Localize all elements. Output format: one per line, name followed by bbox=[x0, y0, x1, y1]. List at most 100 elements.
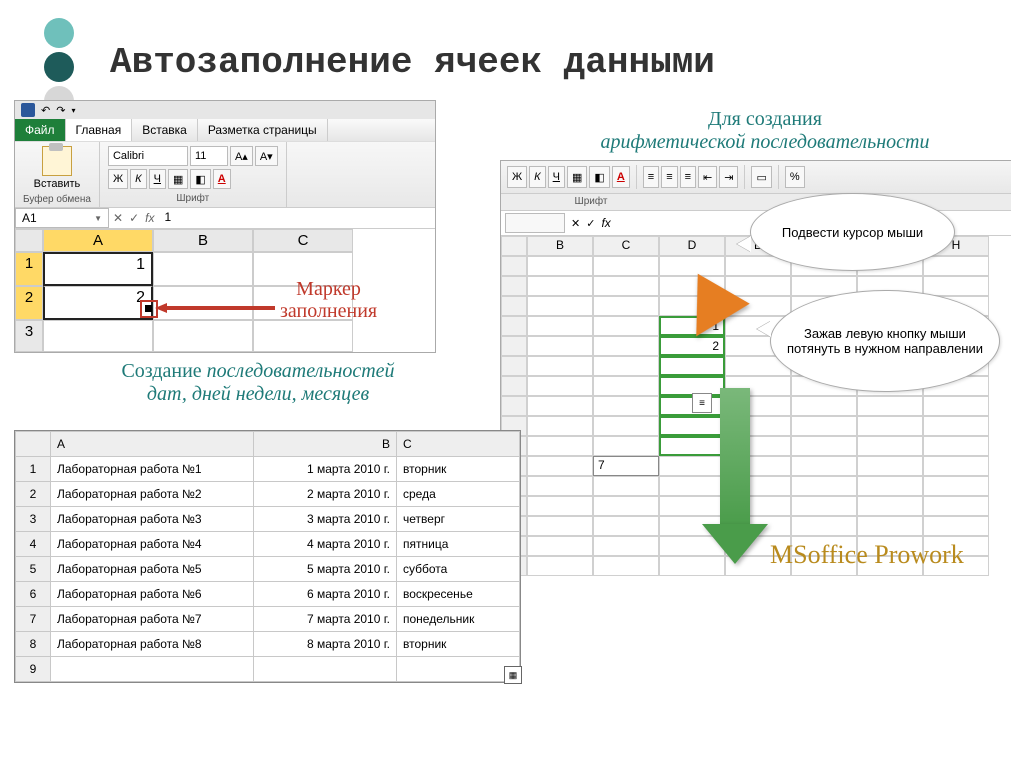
row-header[interactable] bbox=[501, 376, 527, 396]
row-header[interactable] bbox=[501, 256, 527, 276]
autofill-options-icon[interactable]: ▦ bbox=[504, 666, 522, 684]
cell[interactable] bbox=[857, 476, 923, 496]
cell[interactable] bbox=[791, 476, 857, 496]
cell[interactable] bbox=[791, 456, 857, 476]
fill-color-icon[interactable]: ◧ bbox=[589, 166, 609, 188]
cell-a[interactable]: Лабораторная работа №4 bbox=[51, 532, 254, 557]
row-header[interactable]: 9 bbox=[16, 657, 51, 682]
column-header[interactable]: D bbox=[659, 236, 725, 256]
row-header[interactable] bbox=[501, 296, 527, 316]
cell[interactable] bbox=[791, 416, 857, 436]
font-color-icon[interactable]: A bbox=[213, 169, 231, 189]
cell[interactable] bbox=[923, 276, 989, 296]
cell[interactable] bbox=[527, 356, 593, 376]
cell-a[interactable]: Лабораторная работа №8 bbox=[51, 632, 254, 657]
select-all-corner[interactable] bbox=[16, 432, 51, 457]
enter-icon[interactable]: ✓ bbox=[129, 211, 139, 225]
tab-file[interactable]: Файл bbox=[15, 119, 66, 141]
indent-decrease-icon[interactable]: ⇤ bbox=[698, 166, 717, 188]
cell[interactable] bbox=[659, 476, 725, 496]
cell[interactable] bbox=[857, 456, 923, 476]
cell[interactable] bbox=[659, 256, 725, 276]
cell-a[interactable]: Лабораторная работа №2 bbox=[51, 482, 254, 507]
cell[interactable] bbox=[593, 476, 659, 496]
cell[interactable] bbox=[527, 296, 593, 316]
row-header-1[interactable]: 1 bbox=[15, 252, 43, 286]
cell-b[interactable]: 7 марта 2010 г. bbox=[254, 607, 397, 632]
row-header[interactable] bbox=[501, 276, 527, 296]
cell[interactable] bbox=[397, 657, 520, 682]
cell-b3[interactable] bbox=[153, 320, 253, 352]
cell-c[interactable]: понедельник bbox=[397, 607, 520, 632]
cell[interactable] bbox=[527, 336, 593, 356]
paste-button[interactable]: Вставить bbox=[34, 146, 81, 190]
column-header-c[interactable]: C bbox=[397, 432, 520, 457]
dropdown-icon[interactable]: ▼ bbox=[94, 214, 102, 223]
column-header-c[interactable]: C bbox=[253, 229, 353, 252]
tab-insert[interactable]: Вставка bbox=[132, 119, 198, 141]
cell-a[interactable]: Лабораторная работа №7 bbox=[51, 607, 254, 632]
merge-cells-icon[interactable]: ▭ bbox=[751, 166, 771, 188]
cell[interactable] bbox=[593, 536, 659, 556]
tab-layout[interactable]: Разметка страницы bbox=[198, 119, 328, 141]
cell[interactable] bbox=[593, 416, 659, 436]
bold-button[interactable]: Ж bbox=[507, 166, 527, 188]
cell[interactable] bbox=[725, 276, 791, 296]
qat-dropdown-icon[interactable]: ▾ bbox=[71, 106, 75, 115]
cell[interactable] bbox=[593, 436, 659, 456]
undo-icon[interactable]: ↶ bbox=[41, 104, 50, 117]
cell[interactable] bbox=[791, 396, 857, 416]
cell[interactable] bbox=[527, 556, 593, 576]
cell-c[interactable]: вторник bbox=[397, 632, 520, 657]
column-header-b[interactable]: B bbox=[254, 432, 397, 457]
cell-b1[interactable] bbox=[153, 252, 253, 286]
row-header[interactable] bbox=[501, 356, 527, 376]
format-icon[interactable]: % bbox=[785, 166, 805, 188]
name-box[interactable]: A1 ▼ bbox=[15, 208, 109, 228]
italic-button[interactable]: К bbox=[130, 169, 146, 189]
cell[interactable] bbox=[923, 496, 989, 516]
cell[interactable] bbox=[527, 456, 593, 476]
column-header-b[interactable]: B bbox=[153, 229, 253, 252]
enter-icon[interactable]: ✓ bbox=[586, 217, 595, 230]
cell[interactable] bbox=[923, 516, 989, 536]
cell[interactable] bbox=[923, 416, 989, 436]
border-icon[interactable]: ▦ bbox=[168, 169, 188, 189]
cell-a3[interactable] bbox=[43, 320, 153, 352]
align-left-icon[interactable]: ≡ bbox=[643, 166, 659, 188]
font-name-select[interactable]: Calibri bbox=[108, 146, 188, 166]
cell[interactable] bbox=[527, 416, 593, 436]
cell-a1[interactable]: 1 bbox=[43, 252, 153, 286]
cell-b[interactable]: 8 марта 2010 г. bbox=[254, 632, 397, 657]
cell[interactable] bbox=[923, 456, 989, 476]
cell-b[interactable]: 2 марта 2010 г. bbox=[254, 482, 397, 507]
underline-button[interactable]: Ч bbox=[149, 169, 166, 189]
formula-bar-value[interactable]: 1 bbox=[158, 208, 435, 228]
row-header[interactable]: 8 bbox=[16, 632, 51, 657]
cell-c[interactable]: вторник bbox=[397, 457, 520, 482]
cell[interactable] bbox=[791, 516, 857, 536]
row-header[interactable] bbox=[501, 316, 527, 336]
cell[interactable] bbox=[857, 396, 923, 416]
font-size-select[interactable]: 11 bbox=[190, 146, 228, 166]
cancel-icon[interactable]: ✕ bbox=[113, 211, 123, 225]
cancel-icon[interactable]: ✕ bbox=[571, 217, 580, 230]
cell[interactable] bbox=[659, 456, 725, 476]
underline-button[interactable]: Ч bbox=[548, 166, 565, 188]
cell-b[interactable]: 3 марта 2010 г. bbox=[254, 507, 397, 532]
row-header[interactable]: 7 bbox=[16, 607, 51, 632]
cell[interactable] bbox=[923, 476, 989, 496]
cell[interactable] bbox=[857, 516, 923, 536]
row-header[interactable]: 6 bbox=[16, 582, 51, 607]
cell-c[interactable]: среда bbox=[397, 482, 520, 507]
italic-button[interactable]: К bbox=[529, 166, 545, 188]
cell[interactable] bbox=[51, 657, 254, 682]
cell[interactable] bbox=[857, 436, 923, 456]
cell[interactable] bbox=[923, 396, 989, 416]
cell[interactable] bbox=[659, 416, 725, 436]
cell[interactable] bbox=[923, 436, 989, 456]
cell[interactable] bbox=[527, 516, 593, 536]
cell-a[interactable]: Лабораторная работа №6 bbox=[51, 582, 254, 607]
row-header-2[interactable]: 2 bbox=[15, 286, 43, 320]
column-header[interactable]: C bbox=[593, 236, 659, 256]
